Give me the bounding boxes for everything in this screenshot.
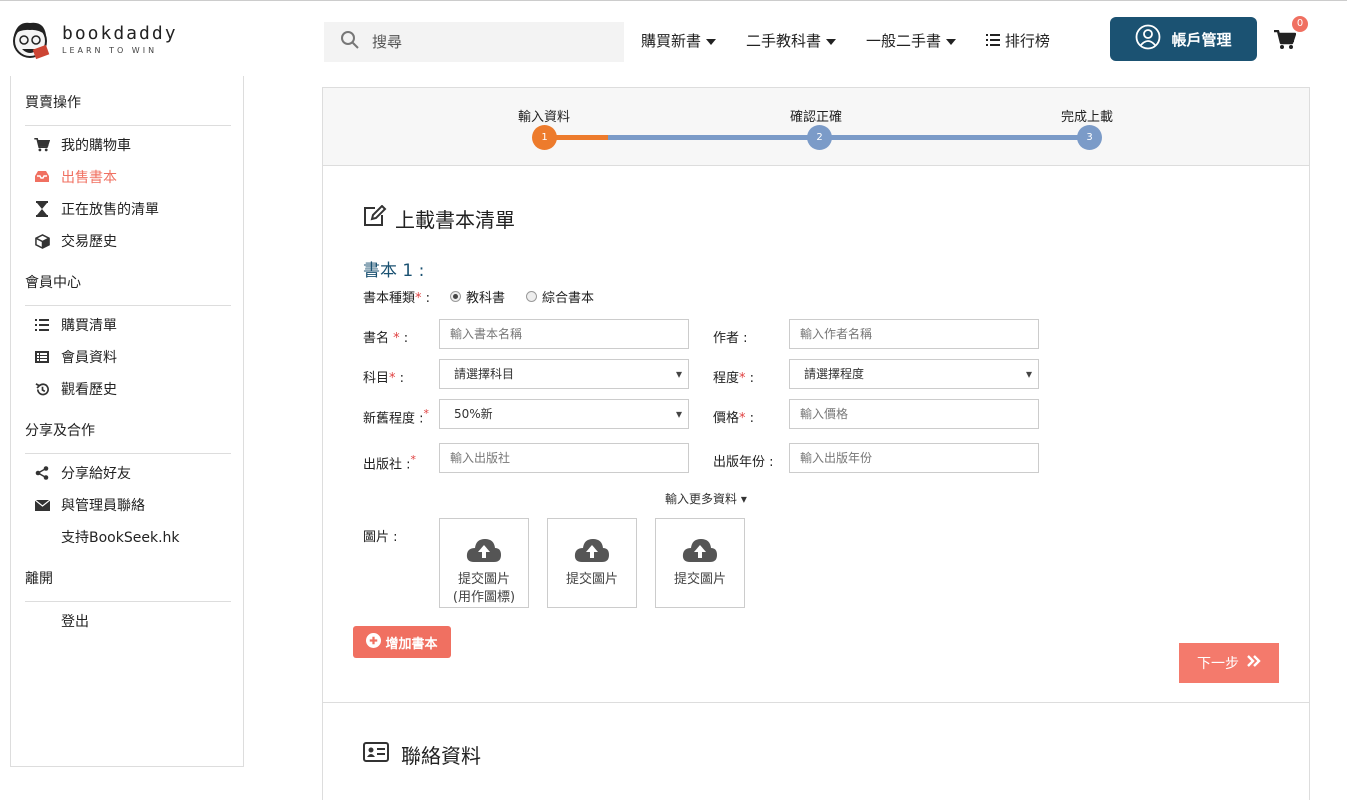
account-label: 帳戶管理 [1171, 30, 1232, 49]
sidebar: 買賣操作 我的購物車 出售書本 正在放售的清單 交易歷史 會員中心 購買清單 會… [10, 76, 244, 767]
subject-select[interactable]: 請選擇科目 [439, 359, 689, 389]
main-nav: 購買新書 二手教科書 一般二手書 排行榜 [641, 30, 1050, 51]
step-dot: 1 [532, 125, 557, 150]
add-book-button[interactable]: 增加書本 [353, 626, 451, 658]
id-list-icon [33, 351, 51, 363]
progress-steps: 輸入資料 確認正確 完成上載 1 2 3 [323, 88, 1309, 166]
id-card-icon [363, 742, 389, 767]
upload-image-2[interactable]: 提交圖片 [547, 518, 637, 608]
divider [25, 125, 231, 126]
cart-icon[interactable] [1274, 29, 1297, 54]
plus-circle-icon [366, 632, 382, 652]
sidebar-item-support[interactable]: 支持BookSeek.hk [33, 527, 180, 547]
nav-used-books[interactable]: 一般二手書 [866, 30, 957, 51]
cloud-upload-icon [574, 539, 610, 567]
cloud-upload-icon [682, 539, 718, 567]
hourglass-icon [33, 201, 51, 217]
author-input[interactable]: 輸入作者名稱 [789, 319, 1039, 349]
user-icon [1135, 24, 1161, 54]
book-name-input[interactable]: 輸入書本名稱 [439, 319, 689, 349]
sidebar-item-listings[interactable]: 正在放售的清單 [33, 199, 159, 219]
step-label: 完成上載 [1060, 110, 1113, 125]
mascot-logo-icon [8, 17, 52, 61]
step-label: 輸入資料 [517, 110, 570, 125]
sidebar-item-profile[interactable]: 會員資料 [33, 347, 117, 367]
publisher-input[interactable]: 輸入出版社 [439, 443, 689, 473]
account-button[interactable]: 帳戶管理 [1110, 17, 1257, 61]
brand-logo[interactable]: bookdaddy LEARN TO WIN [8, 17, 178, 61]
type-label: 書本種類* : [363, 291, 431, 306]
caret-down-icon [706, 38, 717, 45]
cart-icon [33, 138, 51, 152]
step-dot: 3 [1077, 125, 1102, 150]
condition-label: 新舊程度 :* [363, 407, 429, 427]
book-name-label: 書名 * : [363, 331, 409, 346]
double-chevron-right-icon [1247, 655, 1261, 671]
form-title: 上載書本清單 [363, 204, 515, 233]
brand-tagline: LEARN TO WIN [62, 46, 158, 55]
section-divider [323, 702, 1309, 703]
list-icon [33, 319, 51, 331]
caret-down-icon [826, 38, 837, 45]
publisher-label: 出版社 :* [363, 453, 416, 473]
list-icon [986, 32, 1005, 50]
sidebar-item-purchases[interactable]: 購買清單 [33, 315, 117, 335]
sidebar-item-sell-books[interactable]: 出售書本 [33, 167, 117, 187]
share-icon [33, 466, 51, 480]
nav-buy-new-books[interactable]: 購買新書 [641, 30, 717, 51]
brand-name: bookdaddy [62, 23, 178, 44]
sidebar-section-title: 會員中心 [25, 275, 81, 291]
contact-section-title: 聯絡資料 [363, 740, 481, 769]
step-dot: 2 [807, 125, 832, 150]
sidebar-item-cart[interactable]: 我的購物車 [33, 135, 131, 155]
inbox-icon [33, 171, 51, 183]
upload-image-cover[interactable]: 提交圖片 (用作圖標) [439, 518, 529, 608]
sidebar-item-contact-admin[interactable]: 與管理員聯絡 [33, 495, 145, 515]
search-input[interactable] [372, 33, 592, 51]
sidebar-section-title: 離開 [25, 571, 53, 587]
more-details-toggle[interactable]: 輸入更多資料 ▾ [665, 490, 747, 507]
sidebar-item-share[interactable]: 分享給好友 [33, 463, 131, 483]
price-label: 價格* : [713, 411, 755, 426]
caret-down-icon [946, 38, 957, 45]
year-label: 出版年份 : [713, 455, 774, 470]
history-icon [33, 382, 51, 397]
search-icon[interactable] [340, 30, 360, 54]
radio-textbook[interactable]: 教科書 [450, 287, 505, 306]
upload-image-3[interactable]: 提交圖片 [655, 518, 745, 608]
nav-used-textbooks[interactable]: 二手教科書 [746, 30, 837, 51]
sidebar-item-view-history[interactable]: 觀看歷史 [33, 379, 117, 399]
caret-down-icon: ▾ [740, 492, 747, 506]
next-step-button[interactable]: 下一步 [1179, 643, 1279, 683]
sidebar-section-title: 買賣操作 [25, 95, 81, 111]
nav-rankings[interactable]: 排行榜 [986, 30, 1050, 51]
step-label: 確認正確 [789, 110, 842, 125]
subject-label: 科目* : [363, 371, 405, 386]
cube-icon [33, 233, 51, 249]
cloud-upload-icon [466, 539, 502, 567]
price-input[interactable]: 輸入價格 [789, 399, 1039, 429]
divider [25, 601, 231, 602]
step-track [608, 135, 1088, 140]
divider [25, 305, 231, 306]
sidebar-section-title: 分享及合作 [25, 423, 95, 439]
edit-icon [363, 204, 387, 232]
search-bar [324, 22, 624, 62]
upload-panel: 輸入資料 確認正確 完成上載 1 2 3 上載書本清單 書本 1 : 書本種類*… [322, 87, 1310, 800]
condition-select[interactable]: 50%新 [439, 399, 689, 429]
envelope-icon [33, 499, 51, 511]
sidebar-item-logout[interactable]: 登出 [33, 611, 89, 631]
book-heading: 書本 1 : [363, 261, 425, 281]
level-label: 程度* : [713, 371, 755, 386]
level-select[interactable]: 請選擇程度 [789, 359, 1039, 389]
image-label: 圖片 : [363, 530, 398, 545]
divider [25, 453, 231, 454]
year-input[interactable]: 輸入出版年份 [789, 443, 1039, 473]
radio-general-book[interactable]: 綜合書本 [526, 287, 594, 306]
author-label: 作者 : [713, 331, 748, 346]
sidebar-item-history[interactable]: 交易歷史 [33, 231, 117, 251]
cart-count-badge: 0 [1292, 16, 1308, 32]
